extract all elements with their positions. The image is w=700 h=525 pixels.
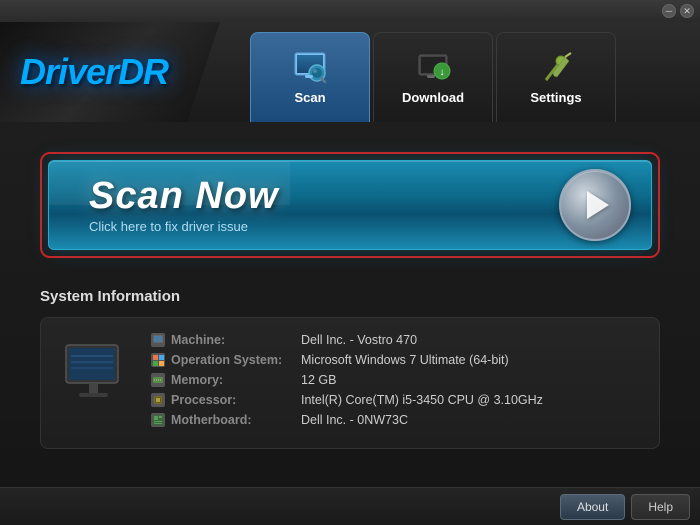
scan-text-area: Scan Now Click here to fix driver issue (89, 176, 559, 235)
memory-label: Memory: (171, 373, 301, 387)
memory-value: 12 GB (301, 373, 336, 387)
download-tab-icon: ↓ (414, 51, 452, 90)
motherboard-value: Dell Inc. - 0NW73C (301, 413, 408, 427)
machine-label: Machine: (171, 333, 301, 347)
main-content: Scan Now Click here to fix driver issue … (0, 122, 700, 525)
title-bar: ─ ✕ (0, 0, 700, 22)
about-button[interactable]: About (560, 494, 625, 520)
download-tab-label: Download (402, 90, 464, 105)
processor-value: Intel(R) Core(TM) i5-3450 CPU @ 3.10GHz (301, 393, 543, 407)
sys-info-processor-row: Processor: Intel(R) Core(TM) i5-3450 CPU… (151, 393, 639, 407)
logo-area: DriverDR (0, 22, 220, 122)
close-button[interactable]: ✕ (680, 4, 694, 18)
processor-label: Processor: (171, 393, 301, 407)
os-icon (151, 353, 165, 367)
system-info-title: System Information (40, 288, 660, 305)
sys-info-machine-row: Machine: Dell Inc. - Vostro 470 (151, 333, 639, 347)
processor-icon (151, 393, 165, 407)
tab-download[interactable]: ↓ Download (373, 32, 493, 122)
scan-tab-icon (291, 51, 329, 90)
settings-tab-icon (537, 51, 575, 90)
system-info-section: System Information (40, 288, 660, 449)
settings-tab-label: Settings (530, 90, 581, 105)
app-logo: DriverDR (20, 51, 168, 93)
minimize-button[interactable]: ─ (662, 4, 676, 18)
system-info-box: Machine: Dell Inc. - Vostro 470 Operatio… (40, 317, 660, 449)
motherboard-label: Motherboard: (171, 413, 301, 427)
os-value: Microsoft Windows 7 Ultimate (64-bit) (301, 353, 509, 367)
sys-info-content: Machine: Dell Inc. - Vostro 470 Operatio… (151, 333, 639, 433)
header: DriverDR (0, 22, 700, 122)
scan-play-button[interactable] (559, 169, 631, 241)
os-label: Operation System: (171, 353, 301, 367)
scan-now-button[interactable]: Scan Now Click here to fix driver issue (48, 160, 652, 250)
memory-icon (151, 373, 165, 387)
motherboard-icon (151, 413, 165, 427)
play-triangle-icon (587, 191, 609, 219)
scan-now-wrapper: Scan Now Click here to fix driver issue (40, 152, 660, 258)
scan-tab-label: Scan (294, 90, 325, 105)
tab-settings[interactable]: Settings (496, 32, 616, 122)
sys-info-os-row: Operation System: Microsoft Windows 7 Ul… (151, 353, 639, 367)
sys-info-memory-row: Memory: 12 GB (151, 373, 639, 387)
bottom-bar: About Help (0, 487, 700, 525)
tab-scan[interactable]: Scan (250, 32, 370, 122)
scan-sub-text: Click here to fix driver issue (89, 219, 559, 234)
monitor-icon (61, 343, 131, 408)
svg-text:↓: ↓ (440, 67, 445, 78)
sys-info-motherboard-row: Motherboard: Dell Inc. - 0NW73C (151, 413, 639, 427)
machine-value: Dell Inc. - Vostro 470 (301, 333, 417, 347)
machine-icon (151, 333, 165, 347)
scan-main-text: Scan Now (89, 176, 559, 218)
help-button[interactable]: Help (631, 494, 690, 520)
nav-tabs: Scan ↓ Download (250, 22, 619, 122)
